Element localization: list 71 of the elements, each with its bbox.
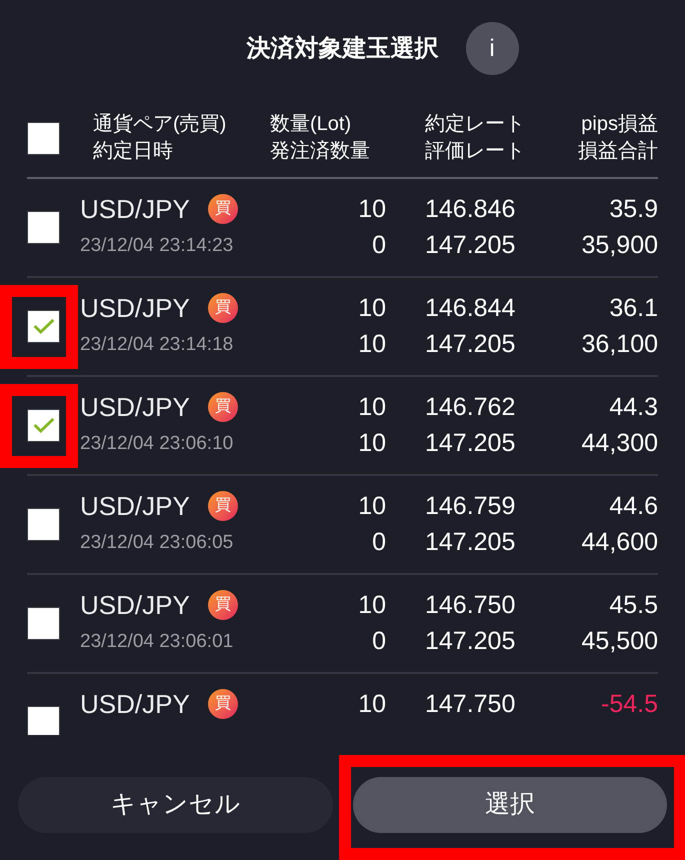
trade-datetime: 23/12/04 23:14:18 <box>80 334 234 354</box>
trade-datetime: 23/12/04 23:06:10 <box>80 434 234 452</box>
buy-badge: 買 <box>208 491 238 521</box>
pips-profit: 44.6 <box>609 494 658 518</box>
dialog-title: 決済対象建玉選択 <box>246 36 438 60</box>
column-heading: 通貨ペア(売買) <box>93 112 228 137</box>
valuation-rate: 147.205 <box>425 628 516 654</box>
contract-rate: 146.762 <box>425 394 516 420</box>
pips-profit: 36.1 <box>609 296 658 320</box>
profit-total: 44,300 <box>582 430 658 456</box>
ordered-quantity: 10 <box>358 430 386 456</box>
checkbox[interactable] <box>27 706 60 735</box>
column-heading: 数量(Lot) <box>270 112 352 137</box>
column-heading: 損益合計 <box>577 139 658 164</box>
currency-pair: USD/JPY <box>80 691 190 717</box>
trade-datetime: 23/12/04 23:06:01 <box>80 632 234 650</box>
ordered-quantity: 0 <box>372 628 386 654</box>
checkbox[interactable] <box>27 606 60 640</box>
checkmark-icon <box>32 417 54 433</box>
currency-pair: USD/JPY <box>80 493 190 519</box>
select-button[interactable]: 選択 <box>352 777 667 833</box>
contract-rate: 146.759 <box>425 494 516 518</box>
lot-quantity: 10 <box>358 296 386 320</box>
lot-quantity: 10 <box>358 692 386 716</box>
valuation-rate: 147.205 <box>425 530 516 554</box>
column-heading: 評価レート <box>425 139 526 164</box>
checkbox[interactable] <box>27 408 60 442</box>
column-heading: 約定レート <box>425 112 526 137</box>
profit-total: 35,900 <box>582 232 658 258</box>
column-heading: 約定日時 <box>93 139 174 164</box>
currency-pair: USD/JPY <box>80 592 190 618</box>
ordered-quantity: 10 <box>358 332 386 356</box>
buy-badge: 買 <box>208 392 238 422</box>
buy-badge: 買 <box>208 194 238 224</box>
valuation-rate: 147.205 <box>425 430 516 456</box>
lot-quantity: 10 <box>358 592 386 618</box>
pips-profit: -54.5 <box>601 692 658 716</box>
ordered-quantity: 0 <box>372 530 386 554</box>
contract-rate: 147.750 <box>425 692 516 716</box>
pips-profit: 44.3 <box>609 394 658 420</box>
buy-badge: 買 <box>208 689 238 719</box>
trade-datetime: 23/12/04 23:06:05 <box>80 532 234 552</box>
contract-rate: 146.844 <box>425 296 516 320</box>
cancel-button[interactable]: キャンセル <box>18 777 332 833</box>
buy-badge: 買 <box>208 590 238 620</box>
currency-pair: USD/JPY <box>80 295 190 321</box>
buy-badge: 買 <box>208 293 238 323</box>
trade-datetime: 23/12/04 23:14:23 <box>80 236 234 254</box>
pips-profit: 35.9 <box>609 196 658 222</box>
info-button[interactable]: i <box>466 22 518 75</box>
contract-rate: 146.750 <box>425 592 516 618</box>
checkbox[interactable] <box>27 210 60 244</box>
ordered-quantity: 0 <box>372 232 386 258</box>
valuation-rate: 147.205 <box>425 332 516 356</box>
lot-quantity: 10 <box>358 394 386 420</box>
lot-quantity: 10 <box>358 196 386 222</box>
column-heading: pips損益 <box>580 112 658 137</box>
checkbox[interactable] <box>27 122 60 154</box>
profit-total: 36,100 <box>582 332 658 356</box>
valuation-rate: 147.205 <box>425 232 516 258</box>
profit-total: 45,500 <box>582 628 658 654</box>
currency-pair: USD/JPY <box>80 394 190 420</box>
checkbox[interactable] <box>27 310 60 342</box>
checkmark-icon <box>32 318 54 334</box>
column-heading: 発注済数量 <box>270 139 371 164</box>
currency-pair: USD/JPY <box>80 196 190 222</box>
pips-profit: 45.5 <box>609 592 658 618</box>
checkbox[interactable] <box>27 508 60 540</box>
lot-quantity: 10 <box>358 494 386 518</box>
contract-rate: 146.846 <box>425 196 516 222</box>
profit-total: 44,600 <box>582 530 658 554</box>
